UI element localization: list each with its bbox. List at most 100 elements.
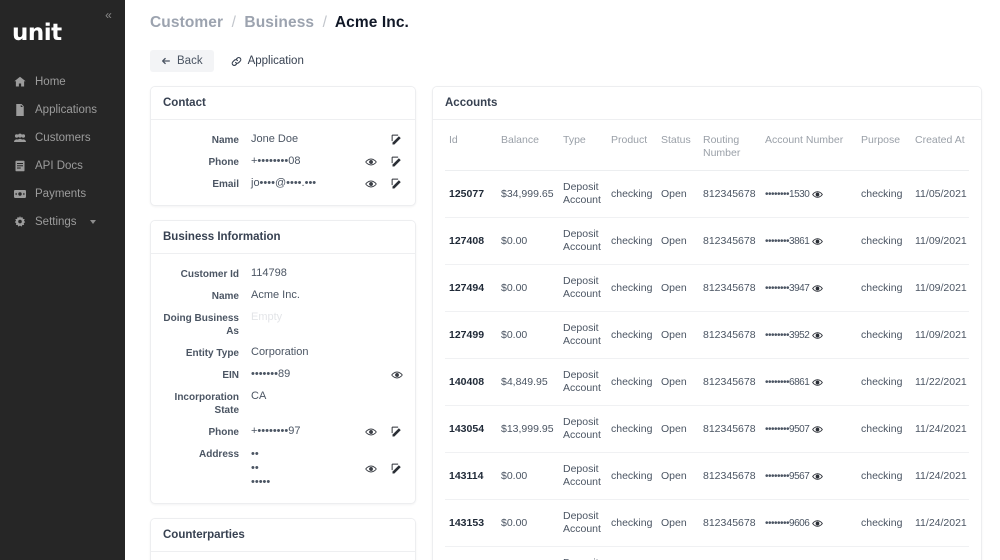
table-row[interactable]: 140408 $4,849.95 Deposit Account checking Op…	[445, 358, 969, 406]
eye-icon[interactable]	[812, 189, 824, 200]
cell-status: Open	[657, 358, 699, 406]
column-header-routing-number[interactable]: Routing Number	[699, 122, 761, 171]
field-value: Empty	[251, 311, 283, 323]
masked-account-number: ••••••••9507	[765, 423, 810, 435]
field-label: Incorporation State	[174, 392, 239, 416]
column-header-status[interactable]: Status	[657, 122, 699, 171]
action-bar: Back Application	[125, 32, 1000, 72]
table-row[interactable]: 125077 $34,999.65 Deposit Account checking O…	[445, 170, 969, 218]
field-value: Corporation	[251, 346, 309, 358]
cell-type: Deposit Account	[559, 546, 607, 560]
eye-icon[interactable]	[812, 330, 824, 341]
content-columns: Contact Name Jone Doe Phone +••••••••08 …	[125, 72, 1000, 560]
cell-balance: $0.00	[497, 546, 559, 560]
eye-icon[interactable]	[812, 518, 824, 529]
field-label: Phone	[208, 157, 239, 168]
eye-icon[interactable]	[365, 463, 377, 475]
back-button[interactable]: Back	[150, 50, 214, 72]
cell-purpose: checking	[857, 311, 911, 359]
cell-id: 127494	[445, 264, 497, 312]
counterparties-card-title: Counterparties	[151, 519, 415, 552]
table-row[interactable]: 143153 $0.00 Deposit Account checking Open 81…	[445, 499, 969, 547]
eye-icon[interactable]	[365, 156, 377, 168]
field-label: Entity Type	[185, 348, 239, 359]
cell-balance: $4,849.95	[497, 358, 559, 406]
field-actions	[357, 133, 403, 146]
sidebar-item-payments[interactable]: Payments	[0, 180, 125, 208]
contact-card-body: Name Jone Doe Phone +••••••••08 Email jo…	[151, 120, 415, 205]
field-actions	[357, 155, 403, 168]
cell-routing-number: 812345678	[699, 217, 761, 265]
cell-created-at: 11/24/2021	[911, 405, 969, 453]
eye-icon[interactable]	[812, 236, 824, 247]
eye-icon[interactable]	[812, 377, 824, 388]
business-row-customer-id: Customer Id 114798	[163, 267, 403, 281]
sidebar-item-customers[interactable]: Customers	[0, 124, 125, 152]
eye-icon[interactable]	[812, 424, 824, 435]
cell-product: checking	[607, 405, 657, 453]
cell-routing-number: 812345678	[699, 546, 761, 560]
sidebar-item-api-docs[interactable]: API Docs	[0, 152, 125, 180]
sidebar: « unit Home Applications Customers API D…	[0, 0, 125, 560]
cell-created-at: 11/24/2021	[911, 452, 969, 500]
cell-product: checking	[607, 217, 657, 265]
edit-icon[interactable]	[391, 178, 403, 190]
table-row[interactable]: 127494 $0.00 Deposit Account checking Open 81…	[445, 264, 969, 312]
column-header-id[interactable]: Id	[445, 122, 497, 171]
business-card-title: Business Information	[151, 221, 415, 254]
table-row[interactable]: 127408 $0.00 Deposit Account checking Open 81…	[445, 217, 969, 265]
application-link-button[interactable]: Application	[222, 50, 313, 72]
field-actions	[357, 390, 403, 391]
sidebar-item-home[interactable]: Home	[0, 68, 125, 96]
cell-routing-number: 812345678	[699, 452, 761, 500]
business-information-card: Business Information Customer Id 114798 …	[150, 220, 416, 504]
book-icon	[14, 160, 26, 172]
breadcrumb-item-customer[interactable]: Customer	[150, 14, 223, 31]
column-header-purpose[interactable]: Purpose	[857, 122, 911, 171]
column-header-account-number[interactable]: Account Number	[761, 122, 857, 171]
arrow-left-icon	[161, 56, 171, 66]
breadcrumb: Customer / Business / Acme Inc.	[125, 0, 1000, 32]
cell-product: checking	[607, 264, 657, 312]
sidebar-item-applications[interactable]: Applications	[0, 96, 125, 124]
cell-balance: $0.00	[497, 311, 559, 359]
accounts-card-title: Accounts	[433, 87, 981, 120]
cell-id: 143163	[445, 546, 497, 560]
eye-icon[interactable]	[365, 426, 377, 438]
table-row[interactable]: 143054 $13,999.95 Deposit Account checking O…	[445, 405, 969, 453]
edit-icon[interactable]	[391, 134, 403, 146]
table-row[interactable]: 127499 $0.00 Deposit Account checking Open 81…	[445, 311, 969, 359]
column-header-product[interactable]: Product	[607, 122, 657, 171]
column-header-balance[interactable]: Balance	[497, 122, 559, 171]
link-icon	[231, 56, 242, 67]
column-header-type[interactable]: Type	[559, 122, 607, 171]
sidebar-collapse-icon[interactable]: «	[99, 6, 117, 24]
eye-icon[interactable]	[365, 178, 377, 190]
cell-account-number: ••••••••9616	[761, 546, 857, 560]
table-row[interactable]: 143114 $0.00 Deposit Account checking Open 81…	[445, 452, 969, 500]
edit-icon[interactable]	[391, 426, 403, 438]
cell-routing-number: 812345678	[699, 405, 761, 453]
field-actions	[357, 462, 403, 475]
breadcrumb-item-business[interactable]: Business	[244, 14, 314, 31]
eye-icon[interactable]	[812, 471, 824, 482]
cell-created-at: 11/24/2021	[911, 546, 969, 560]
eye-icon[interactable]	[812, 283, 824, 294]
cell-type: Deposit Account	[559, 358, 607, 406]
field-value: 114798	[251, 267, 287, 279]
cell-type: Deposit Account	[559, 405, 607, 453]
column-header-created-at[interactable]: Created At	[911, 122, 969, 171]
eye-icon[interactable]	[391, 369, 403, 381]
table-row[interactable]: 143163$0.00Deposit AccountcheckingOpen81…	[445, 546, 969, 560]
edit-icon[interactable]	[391, 463, 403, 475]
sidebar-item-label: Home	[35, 76, 66, 88]
accounts-table-wrapper: Id Balance Type Product Status Routing N…	[433, 120, 981, 560]
cell-status: Open	[657, 499, 699, 547]
edit-icon[interactable]	[391, 156, 403, 168]
field-actions	[357, 346, 403, 347]
cell-type: Deposit Account	[559, 452, 607, 500]
masked-account-number: ••••••••9567	[765, 470, 810, 482]
sidebar-item-settings[interactable]: Settings	[0, 208, 125, 236]
cell-created-at: 11/22/2021	[911, 358, 969, 406]
counterparties-card-body	[151, 552, 415, 560]
